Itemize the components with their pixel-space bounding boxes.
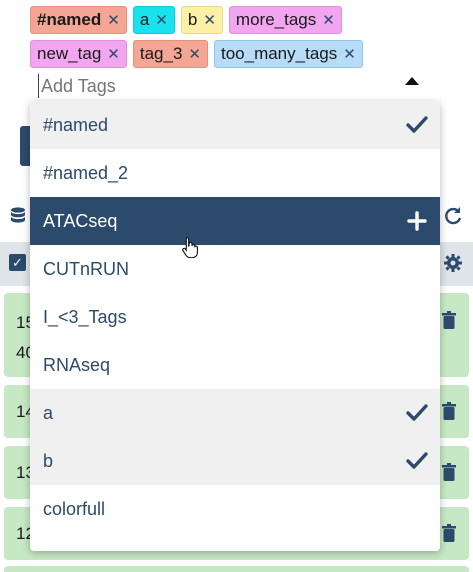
tag-chip: tag_3 ✕ [132, 40, 208, 68]
tag-label: #named [37, 10, 102, 29]
option-label: #named_2 [43, 162, 129, 183]
database-icon[interactable] [10, 207, 26, 225]
gear-icon[interactable] [443, 253, 463, 273]
list-item[interactable] [4, 566, 469, 572]
hand-cursor-icon [182, 236, 198, 258]
option-cutnrun[interactable]: CUTnRUN [30, 245, 440, 293]
option-label: #named [43, 114, 109, 135]
tag-label: more_tags [235, 10, 317, 29]
option-rnaseq[interactable]: RNAseq [30, 341, 440, 389]
option-label: ATACseq [43, 210, 118, 231]
add-tags-input[interactable] [38, 74, 378, 98]
tag-chip: a ✕ [132, 6, 175, 34]
tag-chip: more_tags ✕ [228, 6, 342, 34]
tag-chip: new_tag ✕ [30, 40, 127, 68]
tag-options-dropdown: #named #named_2 ATACseq CUTnRUN I_<3_Tag… [30, 101, 440, 551]
trash-icon[interactable] [441, 524, 457, 542]
tag-chip: b ✕ [180, 6, 223, 34]
tag-label: new_tag [37, 44, 102, 63]
tag-row-2: new_tag ✕ tag_3 ✕ too_many_tags ✕ [30, 40, 410, 68]
check-icon [406, 116, 428, 133]
check-icon [406, 404, 428, 421]
close-icon[interactable]: ✕ [155, 11, 168, 29]
option-label: colorfull [43, 498, 106, 519]
caret-up-icon[interactable] [405, 77, 419, 85]
option-label: I_<3_Tags [43, 306, 127, 327]
trash-icon[interactable] [441, 311, 457, 329]
tag-label: tag_3 [139, 44, 183, 63]
tag-label: a [139, 10, 150, 29]
tag-row-1: #named ✕ a ✕ b ✕ more_tags ✕ [30, 6, 410, 34]
option-a[interactable]: a [30, 389, 440, 437]
close-icon[interactable]: ✕ [188, 45, 201, 63]
option-named[interactable]: #named [30, 101, 440, 149]
option-label: a [43, 402, 54, 423]
option-named-2[interactable]: #named_2 [30, 149, 440, 197]
option-b[interactable]: b [30, 437, 440, 485]
tag-chip: too_many_tags ✕ [213, 40, 363, 68]
close-icon[interactable]: ✕ [322, 11, 335, 29]
tag-label: b [187, 10, 198, 29]
select-all-checkbox[interactable]: ✓ [9, 254, 26, 271]
close-icon[interactable]: ✕ [343, 45, 356, 63]
tag-label: too_many_tags [220, 44, 338, 63]
option-atacseq[interactable]: ATACseq [30, 197, 440, 245]
tag-chip: #named ✕ [30, 6, 127, 34]
option-colorfull[interactable]: colorfull [30, 485, 440, 533]
close-icon[interactable]: ✕ [107, 11, 120, 29]
trash-icon[interactable] [441, 463, 457, 481]
trash-icon[interactable] [441, 402, 457, 420]
close-icon[interactable]: ✕ [107, 45, 120, 63]
plus-icon [407, 211, 427, 231]
refresh-icon[interactable] [443, 206, 463, 226]
check-icon [406, 452, 428, 469]
option-i-3-tags[interactable]: I_<3_Tags [30, 293, 440, 341]
selected-tags: #named ✕ a ✕ b ✕ more_tags ✕ new_tag ✕ t… [30, 6, 410, 74]
close-icon[interactable]: ✕ [203, 11, 216, 29]
option-label: b [43, 450, 54, 471]
option-label: CUTnRUN [43, 258, 130, 279]
option-label: RNAseq [43, 354, 111, 375]
